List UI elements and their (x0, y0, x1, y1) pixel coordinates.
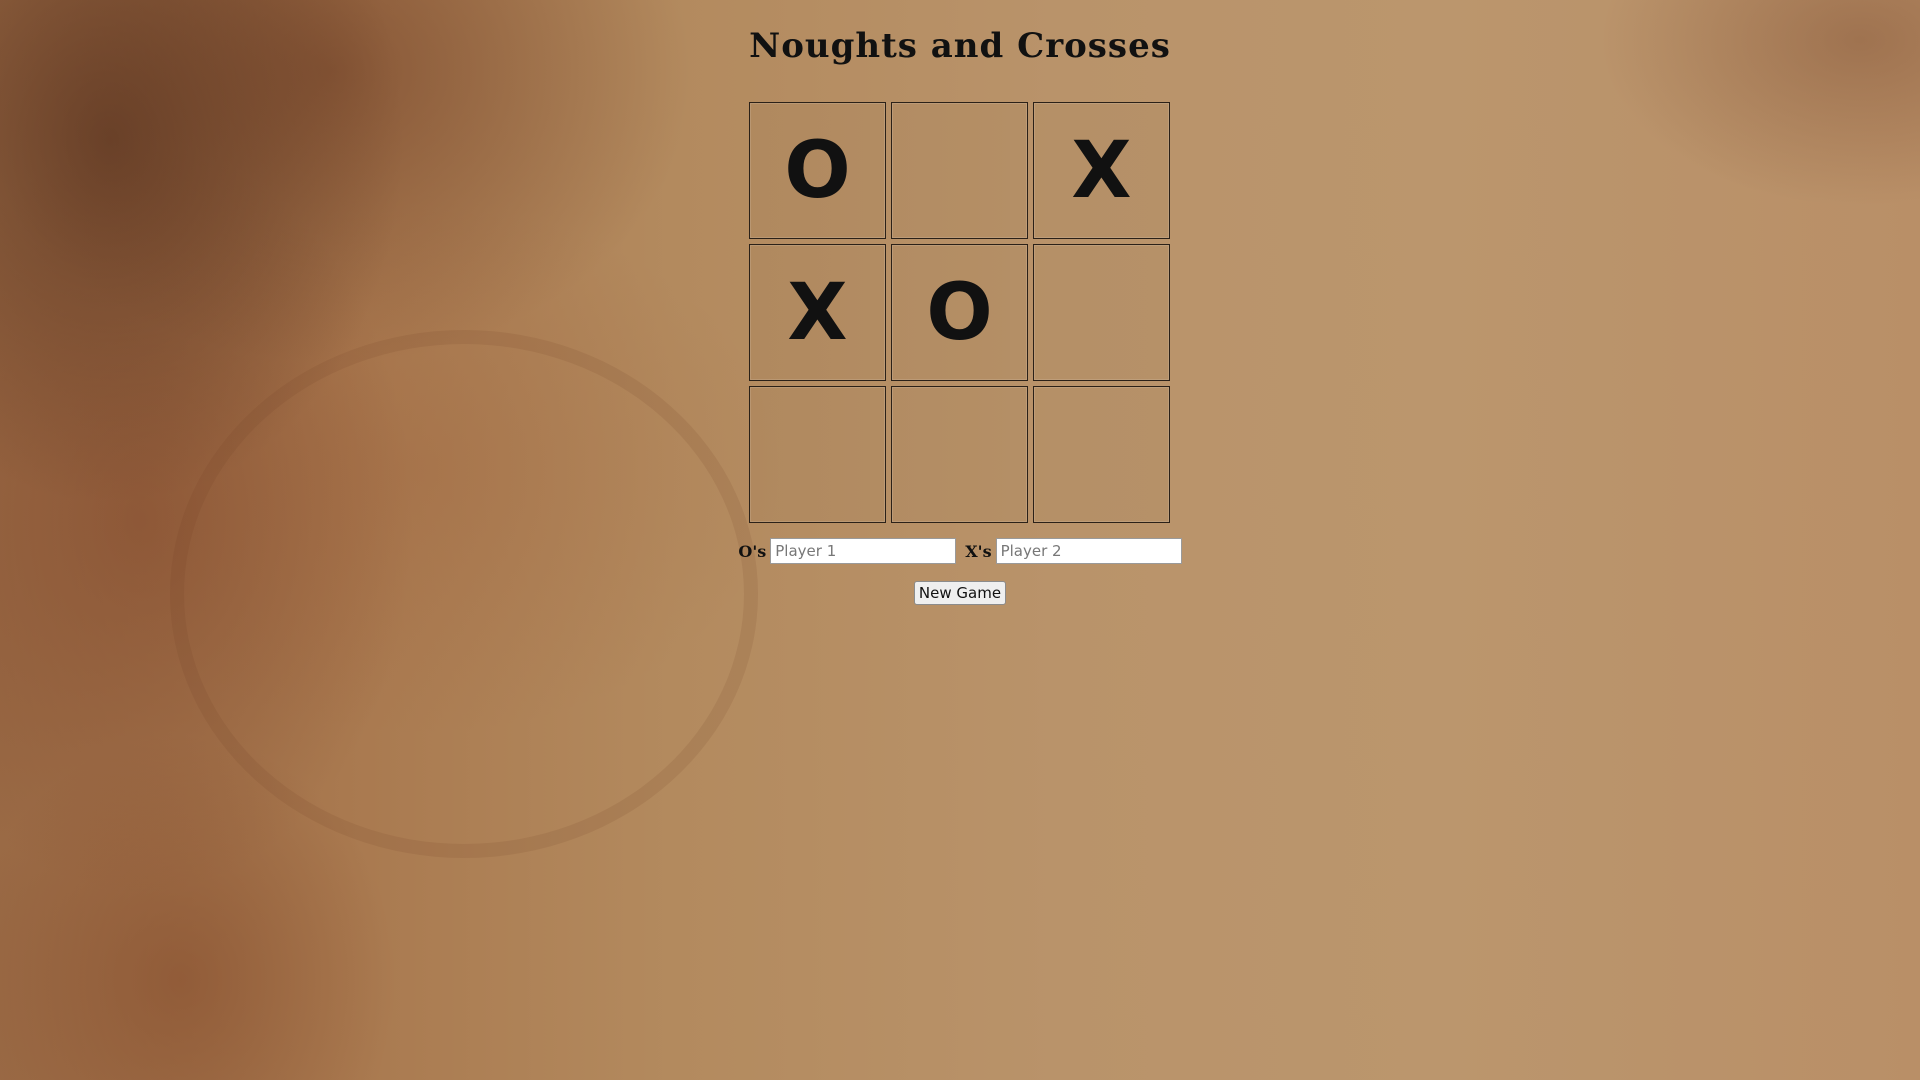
crosses-player-input[interactable] (995, 538, 1182, 564)
coffee-stain-ring (170, 330, 758, 858)
cell-3-mark: X (1071, 125, 1132, 216)
crosses-player-label: X's (965, 541, 992, 561)
cell-5-mark: O (926, 267, 993, 358)
new-game-button[interactable]: New Game (914, 581, 1006, 605)
board-cell-9[interactable] (1033, 386, 1170, 523)
player-names-row: O's X's (0, 538, 1920, 564)
page-title: Noughts and Crosses (749, 26, 1171, 66)
board-cell-7[interactable] (749, 386, 886, 523)
game-board: O X X O (749, 102, 1173, 526)
board-cell-5[interactable]: O (891, 244, 1028, 381)
board-cell-4[interactable]: X (749, 244, 886, 381)
cell-1-mark: O (784, 125, 851, 216)
board-cell-6[interactable] (1033, 244, 1170, 381)
noughts-player-label: O's (738, 541, 767, 561)
board-cell-3[interactable]: X (1033, 102, 1170, 239)
board-cell-1[interactable]: O (749, 102, 886, 239)
board-cell-2[interactable] (891, 102, 1028, 239)
cell-4-mark: X (787, 267, 848, 358)
board-cell-8[interactable] (891, 386, 1028, 523)
noughts-player-input[interactable] (770, 538, 957, 564)
